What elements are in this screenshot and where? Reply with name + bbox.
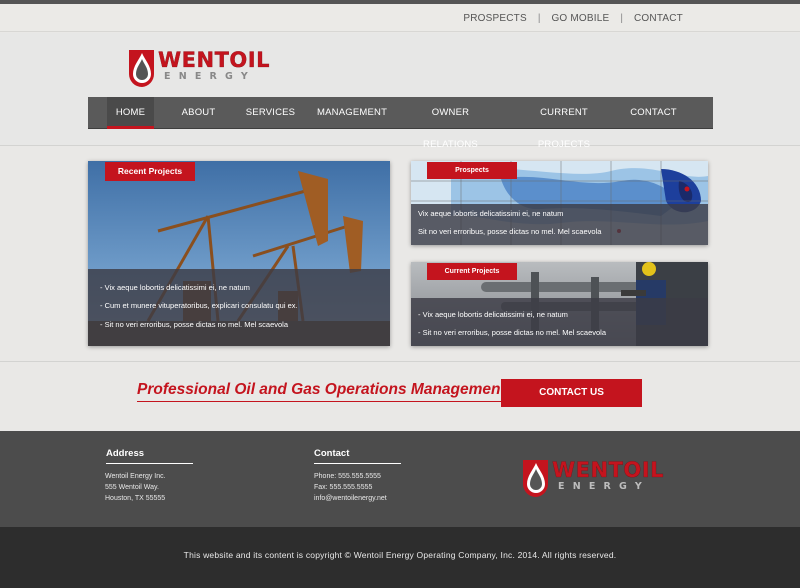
contact-us-button[interactable]: CONTACT US (501, 379, 642, 407)
utility-bar: PROSPECTS | GO MOBILE | CONTACT (0, 4, 800, 32)
nav-item-home[interactable]: HOME (107, 97, 154, 129)
site-logo[interactable]: WENTOIL ENERGY (128, 48, 278, 88)
logo-subwordmark: ENERGY (558, 481, 650, 492)
logo-wordmark: WENTOIL (158, 48, 270, 72)
caption-line: Vix aeque lobortis delicatissimi ei, ne … (418, 209, 564, 218)
caption-line: - Sit no veri erroribus, posse dictas no… (100, 320, 288, 329)
caption-line: Sit no veri erroribus, posse dictas no m… (418, 227, 602, 236)
oil-drop-icon (129, 50, 155, 87)
top-link-contact[interactable]: CONTACT (634, 13, 683, 24)
header: WENTOIL ENERGY HOME ABOUT SERVICES MANAG… (0, 33, 800, 150)
top-link-separator: | (537, 13, 541, 24)
footer-address-line: Houston, TX 55555 (105, 495, 166, 502)
caption-line: - Cum et munere vituperatoribus, explica… (100, 301, 298, 310)
footer: Address Wentoil Energy Inc. 555 Wentoil … (0, 431, 800, 527)
oil-drop-icon (523, 460, 549, 497)
footer-contact-heading: Contact (314, 448, 401, 464)
footer-address-line: Wentoil Energy Inc. (105, 473, 166, 480)
caption-band (411, 298, 708, 346)
footer-logo[interactable]: WENTOIL ENERGY (522, 458, 672, 498)
tagline: Professional Oil and Gas Operations Mana… (137, 381, 506, 402)
footer-email-link[interactable]: info@wentoilenergy.net (314, 495, 387, 502)
caption-line: - Vix aeque lobortis delicatissimi ei, n… (100, 283, 250, 292)
nav-item-contact[interactable]: CONTACT (630, 97, 677, 129)
utility-links: PROSPECTS | GO MOBILE | CONTACT (463, 13, 683, 24)
section-divider (0, 361, 800, 362)
copyright-text: This website and its content is copyrigh… (0, 527, 800, 588)
top-link-go-mobile[interactable]: GO MOBILE (551, 13, 609, 24)
logo-subwordmark: ENERGY (164, 71, 256, 82)
panel-tab-prospects: Prospects (427, 162, 517, 179)
prospects-panel[interactable]: Prospects Vix aeque lobortis delicatissi… (411, 161, 708, 245)
footer-address-line: 555 Wentoil Way. (105, 484, 159, 491)
footer-fax: Fax: 555.555.5555 (314, 484, 373, 491)
recent-projects-panel[interactable]: Recent Projects - Vix aeque lobortis del… (88, 161, 390, 346)
caption-line: - Sit no veri erroribus, posse dictas no… (418, 328, 606, 337)
panel-tab-recent-projects: Recent Projects (105, 162, 195, 181)
logo-wordmark: WENTOIL (552, 458, 664, 482)
nav-item-owner-relations[interactable]: OWNER RELATIONS (406, 97, 495, 150)
current-projects-panel[interactable]: Current Projects - Vix aeque lobortis de… (411, 262, 708, 346)
nav-item-management[interactable]: MANAGEMENT (317, 97, 387, 129)
nav-item-about[interactable]: ABOUT (176, 97, 221, 129)
top-link-separator: | (620, 13, 623, 24)
footer-address-heading: Address (106, 448, 193, 464)
top-link-prospects[interactable]: PROSPECTS (463, 13, 526, 24)
nav-item-services[interactable]: SERVICES (245, 97, 296, 129)
panel-tab-current-projects: Current Projects (427, 263, 517, 280)
caption-line: - Vix aeque lobortis delicatissimi ei, n… (418, 310, 568, 319)
footer-phone: Phone: 555.555.5555 (314, 473, 381, 480)
nav-item-current-projects[interactable]: CURRENT PROJECTS (518, 97, 610, 150)
main-nav: HOME ABOUT SERVICES MANAGEMENT OWNER REL… (88, 97, 713, 150)
